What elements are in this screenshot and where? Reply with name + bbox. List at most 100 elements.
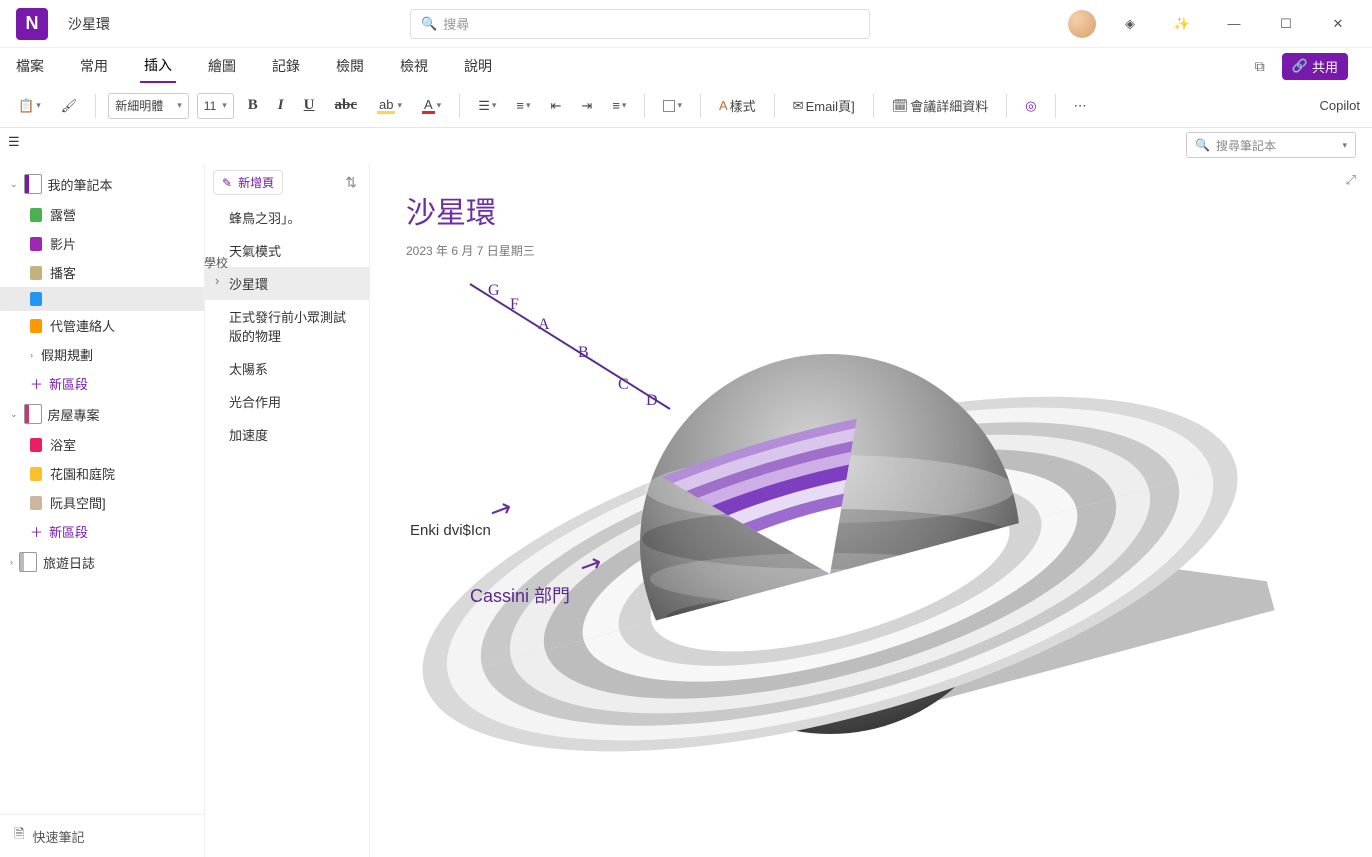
page-date: 2023 年 6 月 7 日星期三: [406, 242, 1336, 259]
section-item[interactable]: 露營: [0, 200, 204, 229]
search-box[interactable]: 🔍 搜尋: [410, 9, 870, 39]
user-avatar[interactable]: [1068, 10, 1096, 38]
section-color-tab: [30, 208, 42, 222]
page-item[interactable]: 光合作用: [205, 385, 369, 418]
highlight-button[interactable]: ab▾: [371, 94, 408, 118]
app-icon: N: [16, 8, 48, 40]
page-item[interactable]: 太陽系: [205, 352, 369, 385]
ring-label-c: C: [618, 376, 629, 394]
page-icon: 🗎: [14, 825, 24, 847]
search-notebooks-input[interactable]: 🔍搜尋筆記本 ▾: [1186, 132, 1356, 158]
section-item[interactable]: 浴室: [0, 430, 204, 459]
font-color-button[interactable]: A▾: [416, 94, 447, 118]
numbering-button[interactable]: ≡▾: [510, 94, 536, 117]
notebook-sidebar: ⌄我的筆記本露營影片播客代管連絡人›假期規劃＋新區段⌄房屋專案浴室花園和庭院阮具…: [0, 164, 205, 857]
ring-label-b: B: [578, 344, 589, 362]
annotation-encke: Enki dvi$Icn: [410, 522, 491, 539]
title-bar: N 沙星環 🔍 搜尋 ◈ ✨ — ☐ ✕: [0, 0, 1372, 48]
page-item[interactable]: 加速度: [205, 418, 369, 451]
page-item[interactable]: 天氣模式: [205, 234, 369, 267]
notebook-1[interactable]: ⌄房屋專案: [0, 398, 204, 430]
styles-button[interactable]: A樣式: [713, 92, 762, 119]
ribbon-tab-6[interactable]: 檢視: [396, 50, 432, 82]
chevron-icon: ⌄: [10, 409, 18, 420]
notebook-0[interactable]: ⌄我的筆記本: [0, 168, 204, 200]
section-item[interactable]: 播客: [0, 258, 204, 287]
chevron-right-icon: ›: [30, 350, 33, 360]
ribbon-tab-2[interactable]: 插入: [140, 49, 176, 83]
share-button[interactable]: 🔗 共用: [1282, 53, 1348, 80]
plus-icon: ＋: [30, 522, 43, 541]
ribbon-toolbar: 📋▾ 🖌 新細明體▾ 11▾ B I U abc ab▾ A▾ ☰▾ ≡▾ ⇤ …: [0, 84, 1372, 128]
section-item[interactable]: 花園和庭院: [0, 459, 204, 488]
font-name-select[interactable]: 新細明體▾: [108, 93, 189, 119]
expand-page-button[interactable]: ⤢: [1346, 172, 1356, 188]
page-content[interactable]: ⤢ 沙星環 2023 年 6 月 7 日星期三: [370, 164, 1372, 857]
ring-label-g: G: [488, 282, 500, 300]
page-item[interactable]: 蜂鳥之羽」。: [205, 201, 369, 234]
section-item[interactable]: ›假期規劃: [0, 340, 204, 369]
meeting-details-button[interactable]: 🗓 會議詳細資料: [886, 92, 995, 119]
share-icon: 🔗: [1292, 58, 1308, 74]
search-icon: 🔍: [1195, 138, 1210, 152]
page-item[interactable]: 正式發行前小眾測試版的物理: [205, 300, 369, 352]
share-label: 共用: [1312, 57, 1338, 76]
italic-button[interactable]: I: [272, 93, 290, 118]
sort-pages-button[interactable]: ⇅: [341, 170, 361, 195]
window-title: 沙星環: [68, 14, 110, 34]
ribbon-tab-4[interactable]: 記錄: [268, 50, 304, 82]
nav-toggle-button[interactable]: ☰: [8, 134, 20, 150]
page-list: ✎ 新增頁 ⇅ 蜂鳥之羽」。天氣模式沙星環正式發行前小眾測試版的物理太陽系光合作…: [205, 164, 370, 857]
ribbon-tab-5[interactable]: 檢閱: [332, 50, 368, 82]
maximize-button[interactable]: ☐: [1268, 6, 1304, 42]
chevron-down-icon: ▾: [1342, 140, 1347, 151]
indent-button[interactable]: ⇥: [575, 94, 598, 118]
minimize-button[interactable]: —: [1216, 6, 1252, 42]
copilot-label[interactable]: Copilot: [1320, 98, 1360, 113]
bold-button[interactable]: B: [242, 93, 264, 118]
section-item[interactable]: 阮具空間]: [0, 488, 204, 517]
add-page-icon: ✎: [222, 176, 232, 190]
section-color-tab: [30, 266, 42, 280]
page-title[interactable]: 沙星環: [406, 188, 1336, 232]
align-button[interactable]: ≡▾: [606, 94, 632, 117]
section-color-tab: [30, 292, 42, 306]
ribbon-tab-0[interactable]: 檔案: [12, 50, 48, 82]
font-size-select[interactable]: 11▾: [197, 93, 234, 119]
section-color-tab: [30, 496, 42, 510]
section-color-tab: [30, 467, 42, 481]
outdent-button[interactable]: ⇤: [545, 94, 568, 118]
bullets-button[interactable]: ☰▾: [472, 94, 502, 118]
ribbon-tab-7[interactable]: 說明: [460, 50, 496, 82]
tag-button[interactable]: ▾: [657, 96, 688, 116]
annotation-cassini: Cassini 部門: [470, 582, 570, 608]
popout-icon[interactable]: ⧉: [1246, 52, 1274, 80]
notebook-icon: [19, 552, 37, 572]
format-painter-button[interactable]: 🖌: [55, 94, 84, 118]
email-page-button[interactable]: ✉ Email頁]: [787, 92, 861, 119]
strikethrough-button[interactable]: abc: [328, 93, 363, 118]
search-icon: 🔍: [421, 16, 437, 32]
paste-button[interactable]: 📋▾: [12, 94, 47, 118]
page-item[interactable]: 沙星環: [205, 267, 369, 300]
section-item[interactable]: [0, 287, 204, 311]
add-section-button[interactable]: ＋新區段: [0, 369, 204, 398]
magic-wand-icon[interactable]: ✨: [1164, 6, 1200, 42]
quick-notes-button[interactable]: 🗎快速筆記: [0, 814, 204, 857]
notebook-2[interactable]: ›旅遊日誌: [0, 546, 204, 578]
underline-button[interactable]: U: [298, 93, 321, 118]
ring-label-f: F: [510, 296, 519, 314]
section-item[interactable]: 代管連絡人: [0, 311, 204, 340]
plus-icon: ＋: [30, 374, 43, 393]
add-section-button[interactable]: ＋新區段: [0, 517, 204, 546]
ribbon-tab-1[interactable]: 常用: [76, 50, 112, 82]
school-label: 學校: [204, 254, 228, 271]
add-page-button[interactable]: ✎ 新增頁: [213, 170, 283, 195]
premium-icon[interactable]: ◈: [1112, 6, 1148, 42]
saturn-illustration: G F A B C D ↗ Enki dvi$Icn ↗ Cassini 部門: [410, 264, 1310, 857]
loop-button[interactable]: ◎: [1019, 94, 1042, 118]
close-button[interactable]: ✕: [1320, 6, 1356, 42]
more-button[interactable]: ⋯: [1068, 94, 1093, 118]
section-item[interactable]: 影片: [0, 229, 204, 258]
ribbon-tab-3[interactable]: 繪圖: [204, 50, 240, 82]
